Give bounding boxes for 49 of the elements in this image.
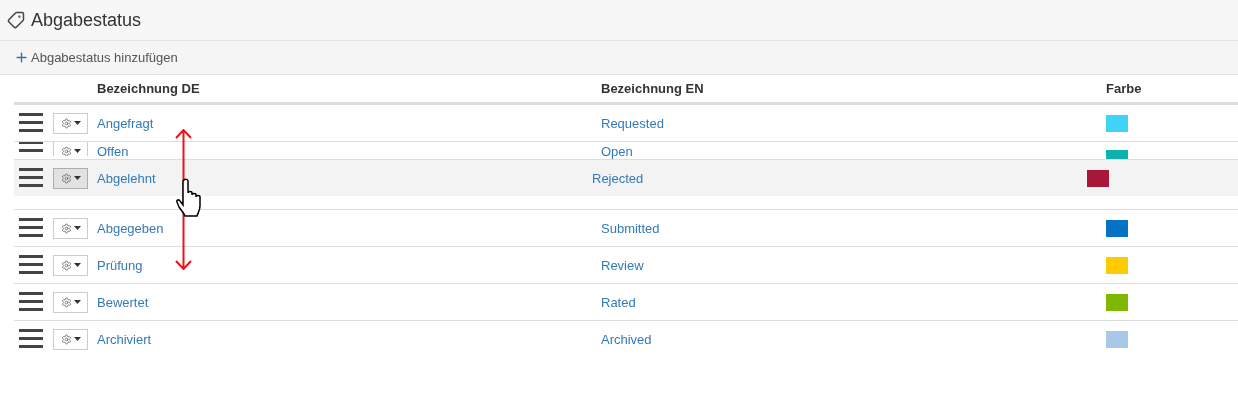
caret-icon [73,300,81,304]
drag-handle-icon[interactable] [19,255,43,275]
status-link[interactable]: Angefragt [97,115,601,131]
status-link[interactable]: Prüfung [97,257,601,273]
status-link[interactable]: Archived [601,331,1106,347]
settings-dropdown-button[interactable] [53,217,88,239]
drag-handle-icon[interactable] [19,113,43,133]
add-status-button[interactable]: Abgabestatus hinzufügen [14,47,178,68]
drag-handle-icon[interactable] [19,168,43,188]
status-link[interactable]: Review [601,257,1106,273]
status-link[interactable]: Abgelehnt [97,170,592,186]
settings-icon [60,172,72,184]
plus-icon [14,50,29,65]
settings-icon [60,296,72,308]
column-header: Bezeichnung DE [97,79,201,98]
settings-dropdown-button[interactable] [53,328,88,350]
settings-dropdown-button[interactable] [53,291,88,313]
settings-dropdown-button[interactable] [53,167,88,189]
caret-icon [73,176,81,180]
settings-icon [60,259,72,271]
column-header: Farbe [1106,79,1143,98]
caret-icon [73,121,81,125]
settings-icon [60,117,72,129]
status-link[interactable]: Abgegeben [97,220,601,236]
status-link[interactable]: Requested [601,115,1106,131]
status-link[interactable]: Offen [97,142,601,159]
settings-icon [60,333,72,345]
drag-handle-icon[interactable] [19,292,43,312]
caret-icon [73,263,81,267]
status-link[interactable]: Rated [601,294,1106,310]
settings-icon [60,222,72,234]
dragged-table-row[interactable]: Abgelehnt Rejected [14,159,1238,196]
caret-icon [73,337,81,341]
page-title: Abgabestatus [31,8,142,32]
column-header: Bezeichnung EN [601,79,705,98]
tag-icon [7,11,25,29]
settings-icon [60,145,72,156]
settings-dropdown-button[interactable] [53,254,88,276]
caret-icon [73,226,81,230]
drag-handle-icon[interactable] [19,329,43,349]
drag-handle-icon[interactable] [19,218,43,238]
caret-icon [73,149,81,153]
status-link[interactable]: Rejected [592,170,1087,186]
status-link[interactable]: Archiviert [97,331,601,347]
settings-dropdown-button[interactable] [53,112,88,134]
table-row[interactable]: Offen Open [14,141,1238,159]
status-link[interactable]: Bewertet [97,294,601,310]
status-link[interactable]: Submitted [601,220,1106,236]
status-link[interactable]: Open [601,142,1106,159]
